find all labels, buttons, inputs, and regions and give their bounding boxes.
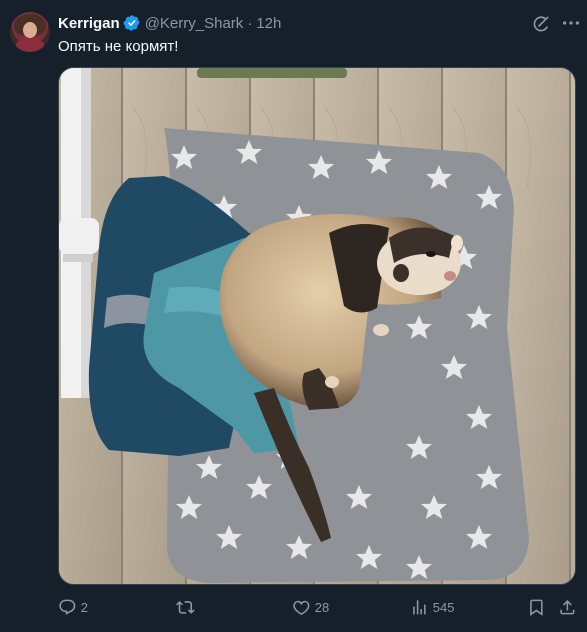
share-button[interactable] (558, 595, 577, 619)
reply-count: 2 (80, 599, 88, 615)
like-count: 28 (314, 599, 330, 615)
verified-badge-icon (123, 15, 140, 31)
like-button[interactable]: 28 (292, 595, 329, 619)
views-count: 545 (432, 599, 455, 615)
ferret-photo-image (59, 68, 575, 584)
timestamp[interactable]: 12h (256, 15, 281, 32)
tweet-photo[interactable] (58, 67, 576, 585)
author-handle[interactable]: @Kerry_Shark (145, 15, 244, 32)
views-button[interactable]: 545 (410, 595, 454, 619)
retweet-icon (176, 600, 195, 614)
separator-dot: · (247, 14, 253, 32)
retweet-button[interactable] (176, 595, 199, 619)
author-name[interactable]: Kerrigan (58, 15, 120, 32)
views-icon (413, 599, 426, 615)
share-icon (560, 599, 575, 615)
tweet[interactable]: Kerrigan @Kerry_Shark · 12h Опять не кор… (0, 0, 587, 632)
tweet-header: Kerrigan @Kerry_Shark · 12h (58, 13, 281, 33)
bookmark-icon (530, 599, 543, 616)
more-icon[interactable] (560, 12, 582, 34)
bookmark-button[interactable] (527, 595, 546, 619)
grok-icon[interactable] (531, 14, 551, 34)
avatar[interactable] (10, 12, 50, 52)
like-icon (293, 600, 310, 615)
tweet-text: Опять не кормят! (58, 38, 179, 55)
reply-button[interactable]: 2 (58, 595, 88, 619)
reply-icon (59, 599, 76, 615)
action-bar: 2 28 545 (58, 595, 587, 619)
